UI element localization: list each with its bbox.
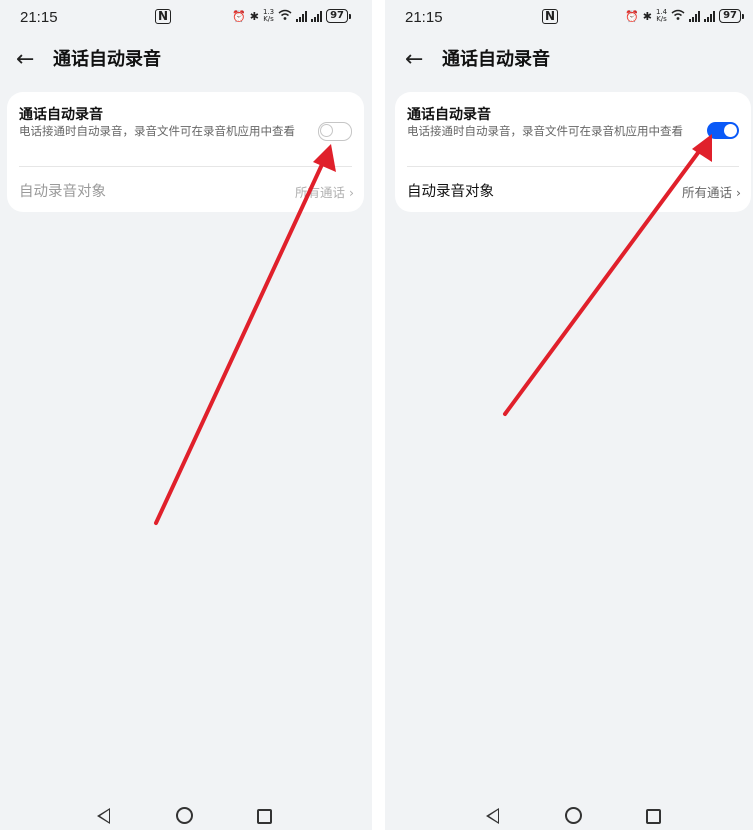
wifi-icon [671,9,685,23]
battery-icon: 97 [719,9,744,23]
setting-description: 电话接通时自动录音，录音文件可在录音机应用中查看 [407,124,683,138]
wifi-icon [278,9,292,23]
alarm-icon: ⏰ [232,9,246,23]
status-time: 21:15 [20,9,58,26]
signal-icon-2 [704,10,716,22]
setting-description: 电话接通时自动录音，录音文件可在录音机应用中查看 [19,124,295,138]
status-time: 21:15 [405,9,443,26]
toggle-knob [724,124,737,137]
setting-title: 通话自动录音 [19,107,103,123]
nav-home-icon[interactable] [176,807,193,824]
network-speed: 1.4 K/s [655,8,668,23]
divider [19,166,352,167]
battery-icon: 97 [326,9,351,23]
auto-record-toggle[interactable] [318,122,352,141]
nfc-icon: N [542,9,559,24]
record-target-row[interactable]: 自动录音对象 所有通话 › [407,176,741,204]
setting-title: 通话自动录音 [407,107,491,123]
status-icons: ⏰ ✱ 1.3 K/s 97 [232,8,351,23]
record-target-value: 所有通话 › [295,185,354,200]
status-bar: 21:15 N ⏰ ✱ 1.3 K/s 97 [0,0,372,36]
auto-record-toggle[interactable] [707,122,739,139]
chevron-right-icon: › [349,185,354,200]
record-target-value: 所有通话 › [682,185,741,200]
auto-record-setting-row[interactable]: 通话自动录音 电话接通时自动录音，录音文件可在录音机应用中查看 [407,106,741,168]
nfc-icon: N [155,9,172,24]
settings-card: 通话自动录音 电话接通时自动录音，录音文件可在录音机应用中查看 自动录音对象 所… [395,92,751,212]
signal-icon [689,10,701,22]
back-arrow-icon[interactable]: ← [16,44,34,76]
network-speed: 1.3 K/s [262,8,275,23]
title-bar: ← 通话自动录音 [385,44,753,80]
settings-card: 通话自动录音 电话接通时自动录音，录音文件可在录音机应用中查看 自动录音对象 所… [7,92,364,212]
phone-screen-before: 21:15 N ⏰ ✱ 1.3 K/s 97 ← 通话自动录音 通话自动录音 电话… [0,0,372,830]
nav-back-icon[interactable] [97,808,110,824]
navigation-bar [385,790,753,830]
chevron-right-icon: › [736,185,741,200]
page-title: 通话自动录音 [53,49,161,70]
bluetooth-icon: ✱ [249,9,259,23]
toggle-knob [320,123,333,137]
phone-screen-after: 21:15 N ⏰ ✱ 1.4 K/s 97 ← 通话自动录音 通话自动录音 电话… [385,0,753,830]
nav-home-icon[interactable] [565,807,582,824]
alarm-icon: ⏰ [625,9,639,23]
signal-icon [296,10,308,22]
record-target-label: 自动录音对象 [19,184,106,200]
page-title: 通话自动录音 [442,49,550,70]
navigation-bar [0,790,372,830]
signal-icon-2 [311,10,323,22]
back-arrow-icon[interactable]: ← [405,44,423,76]
nav-back-icon[interactable] [486,808,499,824]
status-icons: ⏰ ✱ 1.4 K/s 97 [625,8,744,23]
title-bar: ← 通话自动录音 [0,44,372,80]
divider [407,166,739,167]
nav-recents-icon[interactable] [257,809,272,824]
nav-recents-icon[interactable] [646,809,661,824]
record-target-row[interactable]: 自动录音对象 所有通话 › [19,176,354,204]
bluetooth-icon: ✱ [642,9,652,23]
status-bar: 21:15 N ⏰ ✱ 1.4 K/s 97 [385,0,753,36]
auto-record-setting-row[interactable]: 通话自动录音 电话接通时自动录音，录音文件可在录音机应用中查看 [19,106,354,168]
record-target-label: 自动录音对象 [407,184,494,200]
